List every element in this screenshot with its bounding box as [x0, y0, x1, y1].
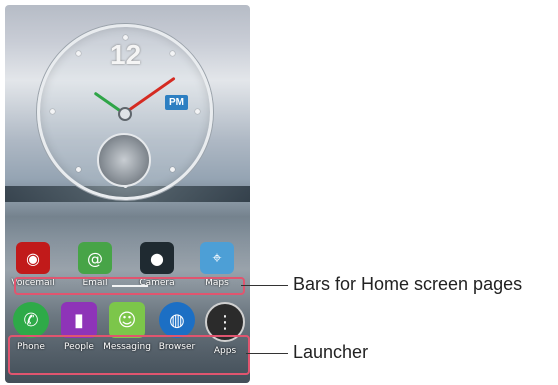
callout-line-pages [241, 285, 288, 286]
people-icon: ▮ [61, 302, 97, 338]
camera-icon: ● [140, 242, 174, 274]
clock-number: 12 [110, 39, 142, 70]
clock-pivot [118, 107, 132, 121]
browser-icon: ◍ [159, 302, 195, 338]
clock-widget[interactable]: 12 PM [37, 24, 213, 200]
email-icon: @ [78, 242, 112, 274]
clock-tick [170, 167, 175, 172]
callout-line-launcher [246, 353, 288, 354]
clock-tick [170, 51, 175, 56]
phone-icon: ✆ [13, 302, 49, 338]
am-pm-badge: PM [165, 95, 188, 110]
voicemail-icon: ◉ [16, 242, 50, 274]
maps-icon: ⌖ [200, 242, 234, 274]
home-page-indicator[interactable] [112, 285, 148, 287]
clock-tick [76, 51, 81, 56]
callout-launcher-label: Launcher [293, 342, 369, 362]
gear-icon [97, 133, 151, 187]
clock-tick [195, 109, 200, 114]
clock-tick [76, 167, 81, 172]
launcher-highlight [8, 335, 250, 375]
clock-tick [50, 109, 55, 114]
callout-pages-label: Bars for Home screen pages [293, 274, 523, 294]
messaging-icon: ☺ [109, 302, 145, 338]
